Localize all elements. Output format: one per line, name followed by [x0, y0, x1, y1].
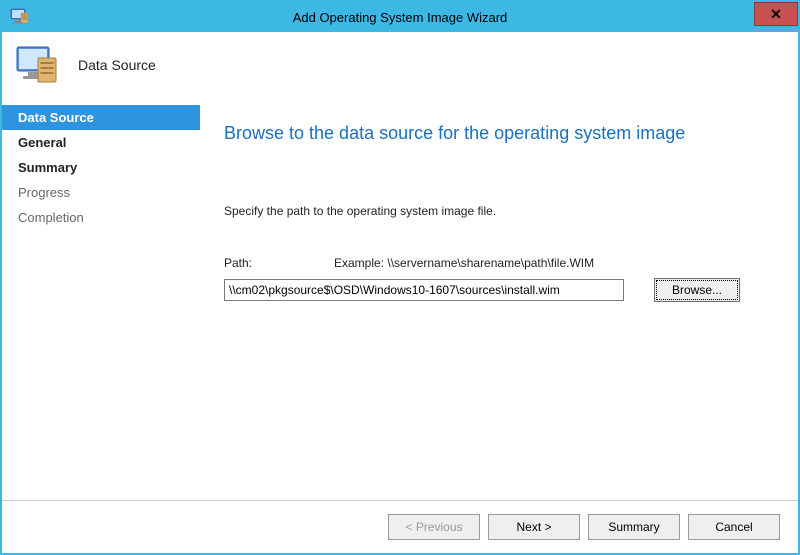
path-example-text: Example: \\servername\sharename\path\fil…: [334, 256, 594, 270]
titlebar: Add Operating System Image Wizard ✕: [2, 2, 798, 32]
wizard-body: Data Source General Summary Progress Com…: [2, 99, 798, 500]
app-icon: [10, 7, 30, 27]
wizard-window: Add Operating System Image Wizard ✕ Data…: [0, 0, 800, 555]
step-general[interactable]: General: [2, 130, 200, 155]
path-label-row: Path: Example: \\servername\sharename\pa…: [224, 256, 770, 270]
path-input-row: Browse...: [224, 278, 770, 302]
instruction-text: Specify the path to the operating system…: [224, 204, 770, 218]
window-title: Add Operating System Image Wizard: [2, 10, 798, 25]
wizard-header: Data Source: [2, 32, 798, 99]
path-label: Path:: [224, 256, 334, 270]
cancel-button[interactable]: Cancel: [688, 514, 780, 540]
wizard-footer: < Previous Next > Summary Cancel: [2, 500, 798, 553]
stage-title: Data Source: [78, 57, 156, 73]
wizard-steps-sidebar: Data Source General Summary Progress Com…: [2, 99, 200, 500]
browse-button[interactable]: Browse...: [654, 278, 740, 302]
next-button[interactable]: Next >: [488, 514, 580, 540]
page-heading: Browse to the data source for the operat…: [224, 123, 770, 144]
close-button[interactable]: ✕: [754, 2, 798, 26]
wizard-main-panel: Browse to the data source for the operat…: [200, 99, 798, 500]
step-completion[interactable]: Completion: [2, 205, 200, 230]
summary-button[interactable]: Summary: [588, 514, 680, 540]
step-progress[interactable]: Progress: [2, 180, 200, 205]
path-input[interactable]: [224, 279, 624, 301]
step-summary[interactable]: Summary: [2, 155, 200, 180]
monitor-icon: [14, 42, 60, 88]
previous-button: < Previous: [388, 514, 480, 540]
step-data-source[interactable]: Data Source: [2, 105, 200, 130]
